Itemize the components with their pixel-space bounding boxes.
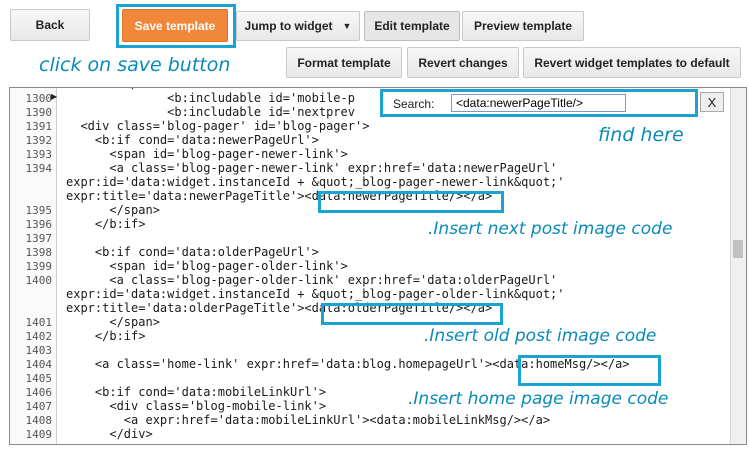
home-msg-highlight xyxy=(518,355,661,386)
newer-title-highlight xyxy=(318,191,504,213)
line-number: 1398 xyxy=(25,246,53,259)
line-number: 1397 xyxy=(25,232,53,245)
scrollbar-thumb[interactable] xyxy=(733,240,743,258)
line-number: 1408 xyxy=(25,414,53,427)
code-line: <b:if cond='data:olderPageUrl'> xyxy=(66,245,319,259)
code-line: <b:includable id='nextprev xyxy=(66,105,355,119)
code-line: <a class='blog-pager-older-link' expr:hr… xyxy=(66,273,558,287)
jump-to-widget-label: Jump to widget xyxy=(244,19,333,33)
line-number: 1403 xyxy=(25,344,53,357)
line-number: 1401 xyxy=(25,316,53,329)
code-line: </b:if> xyxy=(66,217,146,231)
code-line: <b:if cond='data:newerPageUrl'> xyxy=(66,133,319,147)
code-line: </b:if> xyxy=(66,329,146,343)
line-number: 1396 xyxy=(25,218,53,231)
annotation-find: find here xyxy=(598,124,684,146)
fold-arrow-icon[interactable]: ▶ xyxy=(51,92,57,101)
line-number: 1405 xyxy=(25,372,53,385)
code-line: <span id='blog-pager-newer-link'> xyxy=(66,147,348,161)
annotation-home: .Insert home page image code xyxy=(408,389,669,409)
code-line: expr:id='data:widget.instanceId + &quot;… xyxy=(66,287,565,301)
code-line: expr:id='data:widget.instanceId + &quot;… xyxy=(66,175,565,189)
annotation-old: .Insert old post image code xyxy=(424,326,657,346)
revert-widget-templates-button[interactable]: Revert widget templates to default xyxy=(523,47,741,78)
close-search-button[interactable]: X xyxy=(700,92,724,112)
line-number: 1400 xyxy=(25,274,53,287)
code-line: <a expr:href='data:mobileLinkUrl'><data:… xyxy=(66,413,551,427)
editor-scrollbar[interactable] xyxy=(730,88,746,444)
line-number: 1407 xyxy=(25,400,53,413)
chevron-down-icon: ▼ xyxy=(342,21,352,31)
code-line: </span> xyxy=(66,203,160,217)
line-number: 1300 xyxy=(25,92,53,105)
code-line: <b:if cond='data:mobileLinkUrl'> xyxy=(66,385,327,399)
code-line: <b:includable id='mobile-p xyxy=(66,91,355,105)
search-bar: Search: xyxy=(380,89,698,117)
line-number: 1402 xyxy=(25,330,53,343)
annotation-save: click on save button xyxy=(39,54,231,76)
code-line: </span> xyxy=(66,315,160,329)
format-template-button[interactable]: Format template xyxy=(286,47,402,78)
save-highlight-box xyxy=(116,4,236,48)
annotation-next: .Insert next post image code xyxy=(428,219,673,239)
search-input[interactable] xyxy=(451,94,626,112)
code-line: <div class='blog-pager' id='blog-pager'> xyxy=(66,119,370,133)
revert-changes-button[interactable]: Revert changes xyxy=(407,47,519,78)
line-number: 1409 xyxy=(25,428,53,441)
search-label: Search: xyxy=(393,97,435,111)
older-title-highlight xyxy=(321,303,503,325)
code-line: </div> xyxy=(66,427,153,441)
line-number: 1393 xyxy=(25,148,53,161)
line-number: 1392 xyxy=(25,134,53,147)
code-line: <div class='blog-mobile-link'> xyxy=(66,399,327,413)
line-number: 1394 xyxy=(25,162,53,175)
line-number: 1299 xyxy=(12,88,53,91)
code-line: <span id='blog-pager-older-link'> xyxy=(66,259,348,273)
jump-to-widget-dropdown[interactable]: Jump to widget ▼ xyxy=(236,11,360,41)
line-number: 1404 xyxy=(25,358,53,371)
code-line: <a class='blog-pager-newer-link' expr:hr… xyxy=(66,161,558,175)
line-number: 1391 xyxy=(25,120,53,133)
edit-template-tab[interactable]: Edit template xyxy=(364,11,460,41)
back-button[interactable]: Back xyxy=(10,9,90,41)
line-number: 1395 xyxy=(25,204,53,217)
line-number: 1390 xyxy=(25,106,53,119)
line-number: 1406 xyxy=(25,386,53,399)
preview-template-tab[interactable]: Preview template xyxy=(462,11,584,41)
line-number: 1399 xyxy=(25,260,53,273)
